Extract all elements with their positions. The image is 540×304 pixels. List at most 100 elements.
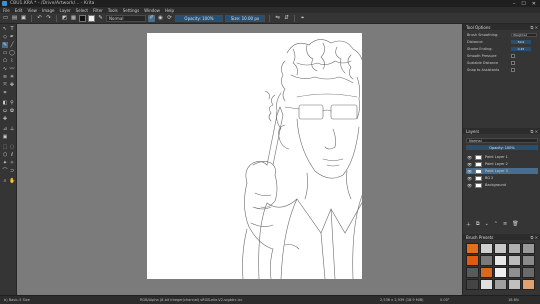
brush-smoothing-dropdown[interactable]: Weighted [511,32,537,37]
maximize-button[interactable]: ☐ [521,1,525,7]
gradient-tool-icon[interactable]: ◧ [2,100,8,106]
zoom-tool-icon[interactable]: ⌕ [2,178,8,184]
layer-row[interactable]: 👁 Paint Layer 2 [466,161,538,167]
calligraphy-tool-icon[interactable]: ✒ [9,34,15,40]
bezier-tool-icon[interactable]: ∿ [2,66,8,72]
move-layer-up-icon[interactable]: ⌃ [494,221,498,228]
layer-row[interactable]: 👁 Background [466,182,538,188]
assistant-tool-icon[interactable]: ⊿ [2,126,8,132]
line-tool-icon[interactable]: ╱ [9,42,15,48]
close-button[interactable]: ✕ [532,1,536,7]
select-shapes-tool-icon[interactable]: ↖ [2,26,8,32]
brush-preset-tile[interactable] [466,279,479,290]
brush-preset-tile[interactable] [522,279,535,290]
measure-tool-icon[interactable]: ⟂ [9,126,15,132]
delete-layer-icon[interactable]: 🗑 [512,221,518,228]
menu-tools[interactable]: Tools [108,8,118,13]
freehand-brush-tool-icon[interactable]: ✎ [2,42,8,48]
brush-preset-icon[interactable]: ✎ [97,15,104,22]
brush-preset-tile[interactable] [508,279,521,290]
brush-preset-tile[interactable] [494,255,507,266]
reload-preset-icon[interactable]: ⟳ [166,15,173,22]
save-icon[interactable]: ▣ [20,15,27,22]
layer-row[interactable]: 👁 BG 2 [466,175,538,181]
add-layer-icon[interactable]: ＋ [466,221,471,228]
brush-preset-tile[interactable] [494,279,507,290]
undo-icon[interactable]: ↶ [36,15,43,22]
stroke-ending-slider[interactable]: 0.15 [511,46,531,51]
opacity-slider[interactable]: Opacity: 100% [175,14,223,22]
eraser-mode-icon[interactable]: ✐ [148,14,155,22]
brush-preset-tile[interactable] [480,267,493,278]
pattern-icon[interactable]: ▦ [70,15,77,22]
pan-tool-icon[interactable]: ✋ [9,178,15,184]
menu-window[interactable]: Window [144,8,160,13]
bezier-select-tool-icon[interactable]: ⌒ [2,168,8,174]
brush-preset-tile[interactable] [466,255,479,266]
brush-preset-tile[interactable] [508,267,521,278]
canvas-area[interactable] [17,24,462,295]
color-picker-tool-icon[interactable]: ⚲ [9,100,15,106]
distance-slider[interactable]: 50.0 [511,39,531,44]
multibrush-tool-icon[interactable]: ✳ [9,74,15,80]
smart-patch-tool-icon[interactable]: ✚ [2,116,8,122]
redo-icon[interactable]: ↷ [45,15,52,22]
transform-tool-icon[interactable]: ⤧ [2,82,8,88]
duplicate-layer-icon[interactable]: ⧉ [476,221,480,228]
minimize-button[interactable]: – [513,1,516,7]
fill-tool-icon[interactable]: ⛀ [2,108,8,114]
brush-preset-tile[interactable] [466,267,479,278]
move-tool-icon[interactable]: ✥ [9,82,15,88]
brush-preset-tile[interactable] [522,255,535,266]
eye-icon[interactable]: 👁 [467,155,472,160]
mirror-horizontal-icon[interactable]: ⇋ [274,15,281,22]
brush-preset-tile[interactable] [522,267,535,278]
new-document-icon[interactable]: ▭ [2,15,9,22]
polygon-tool-icon[interactable]: ⬠ [2,58,8,64]
brush-preset-tile[interactable] [494,243,507,254]
brush-preset-tile[interactable] [466,243,479,254]
rect-select-tool-icon[interactable]: ⬚ [2,144,8,150]
mirror-vertical-icon[interactable]: ⇵ [283,15,290,22]
eye-icon[interactable]: 👁 [467,183,472,188]
background-color-swatch[interactable] [88,14,95,22]
ellipse-tool-icon[interactable]: ◯ [9,50,15,56]
eye-icon[interactable]: 👁 [467,162,472,167]
contiguous-select-tool-icon[interactable]: ✦ [2,160,8,166]
gradient-icon[interactable]: ◩ [61,15,68,22]
preserve-alpha-icon[interactable]: ◉ [157,15,164,22]
eye-icon[interactable]: 👁 [467,176,472,181]
menu-select[interactable]: Select [76,8,88,13]
menu-layer[interactable]: Layer [59,8,70,13]
drawing-canvas[interactable] [147,33,362,279]
edit-shapes-tool-icon[interactable]: ◇ [2,34,8,40]
layer-row-selected[interactable]: 👁 Paint Layer 3 [466,168,538,174]
menu-help[interactable]: Help [165,8,174,13]
menu-image[interactable]: Image [42,8,55,13]
polyline-tool-icon[interactable]: ⌇ [9,58,15,64]
rectangle-tool-icon[interactable]: ▭ [2,50,8,56]
menu-filter[interactable]: Filter [93,8,103,13]
wrap-around-icon[interactable]: ⌖ [299,15,306,22]
freehand-select-tool-icon[interactable]: ℓ [9,152,15,158]
status-zoom[interactable]: 18.8% [508,298,519,302]
ellipse-select-tool-icon[interactable]: ◌ [9,144,15,150]
smooth-pressure-checkbox[interactable] [511,53,515,58]
foreground-color-swatch[interactable] [79,14,86,22]
dynamic-brush-tool-icon[interactable]: ≋ [2,74,8,80]
crop-tool-icon[interactable]: ⌗ [2,90,8,96]
layer-properties-icon[interactable]: ≡ [503,221,507,228]
menu-settings[interactable]: Settings [123,8,139,13]
brush-preset-tile[interactable] [508,255,521,266]
layer-blend-mode-dropdown[interactable]: Normal [466,138,538,143]
eye-icon[interactable]: 👁 [467,169,472,174]
move-layer-down-icon[interactable]: ⌄ [485,221,489,228]
size-slider[interactable]: Size: 10.00 px [225,14,265,22]
scalable-distance-checkbox[interactable] [511,60,515,65]
menu-view[interactable]: View [27,8,37,13]
layer-opacity-slider[interactable]: Opacity: 100% [466,145,538,150]
freehand-path-tool-icon[interactable]: 〰 [9,66,15,72]
brush-preset-tile[interactable] [522,243,535,254]
menu-file[interactable]: File [3,8,10,13]
similar-select-tool-icon[interactable]: ✧ [9,160,15,166]
